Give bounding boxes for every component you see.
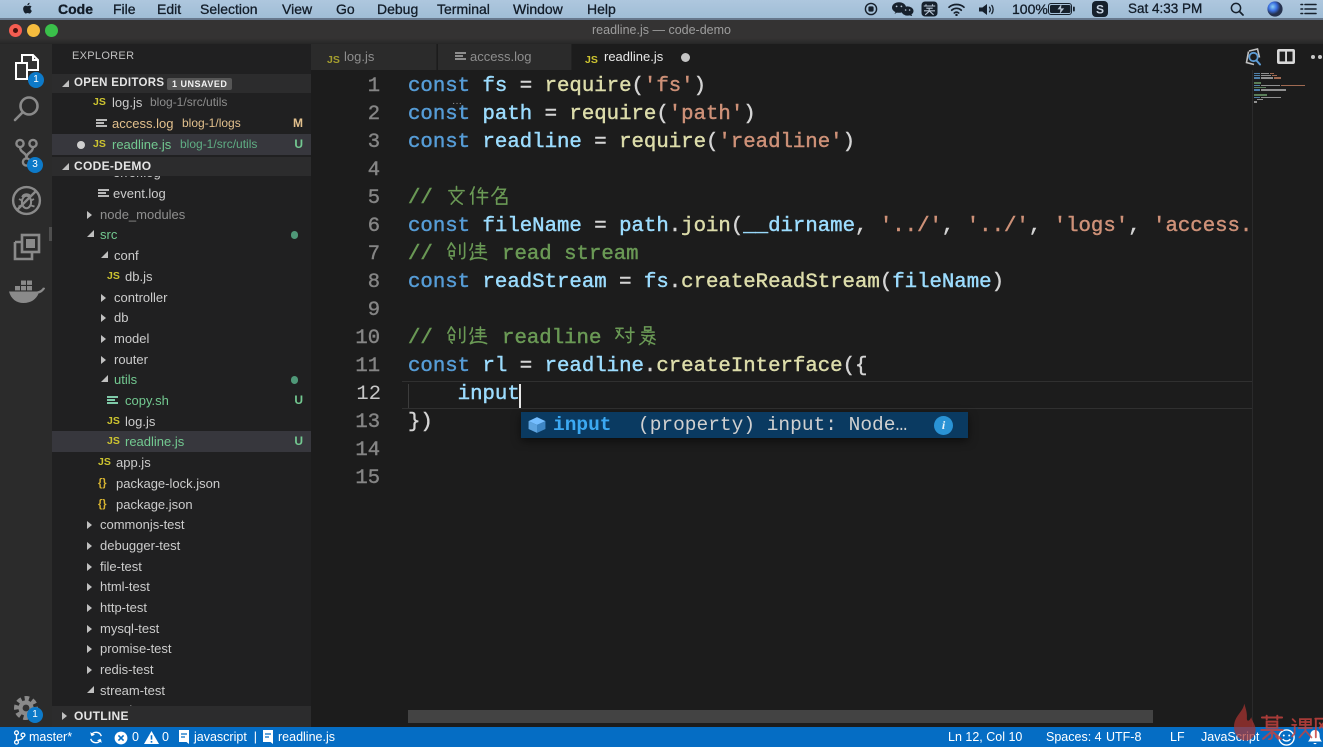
svg-text:S: S (1096, 3, 1104, 17)
